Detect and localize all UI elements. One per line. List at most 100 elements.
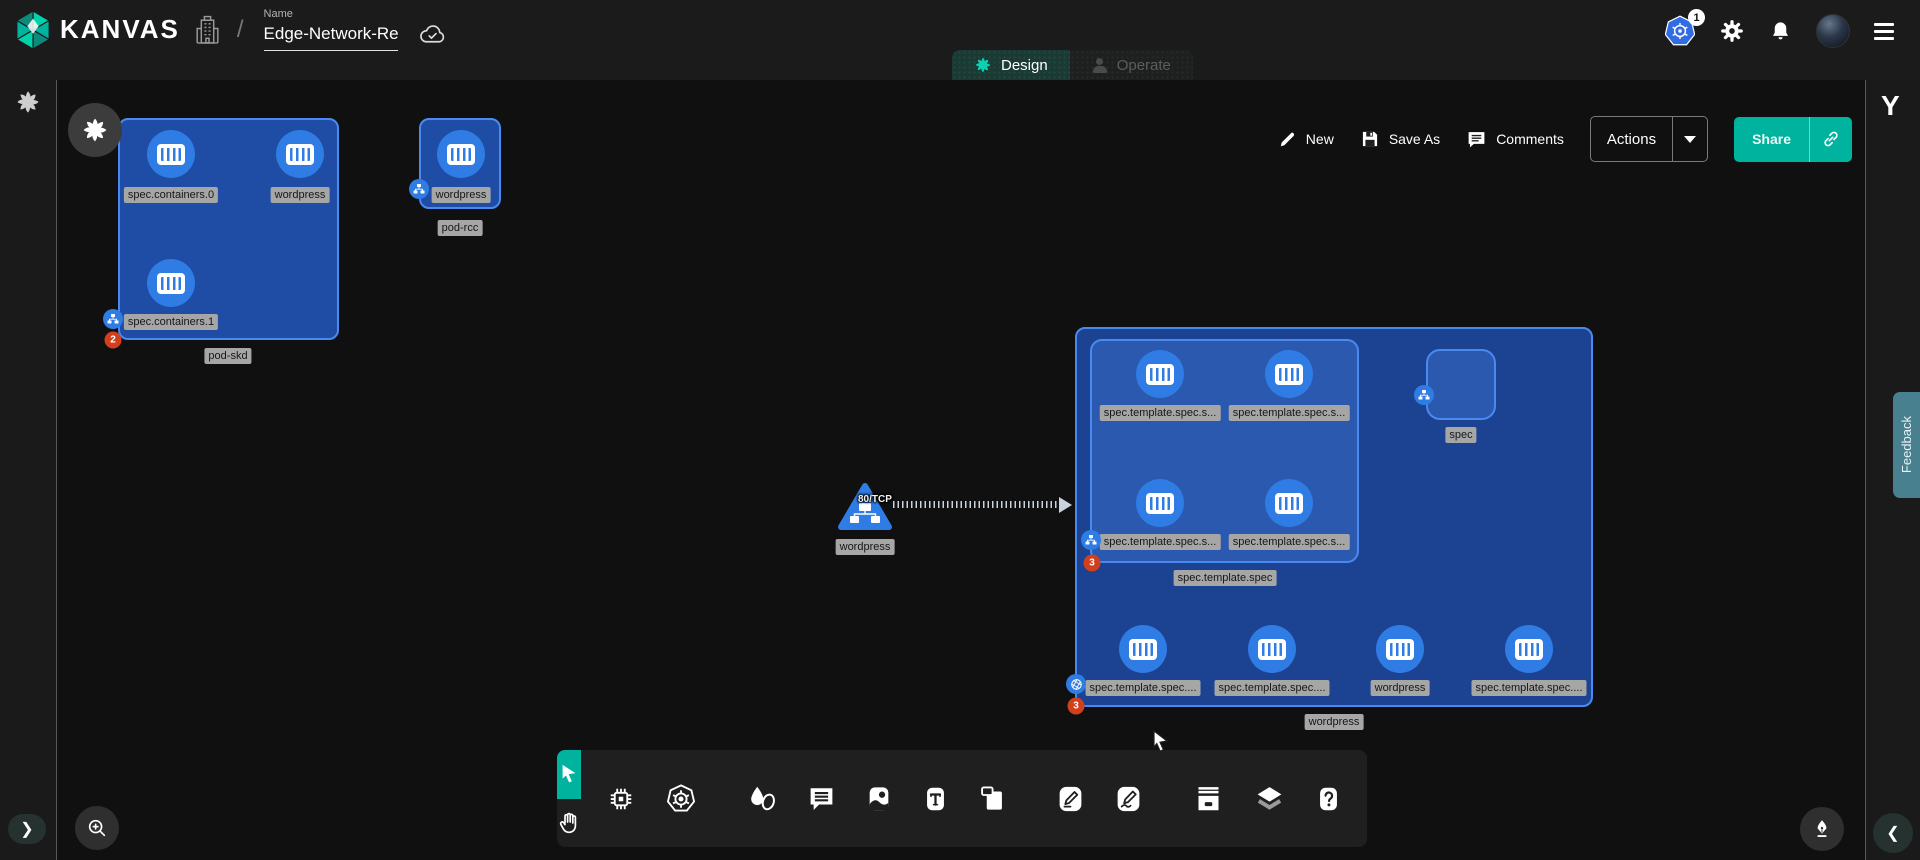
edge-port-label: 80/TCP <box>858 494 892 505</box>
canvas-action-bar: New Save As <box>1278 116 1852 162</box>
actions-dropdown[interactable]: Actions <box>1590 116 1708 162</box>
container-node[interactable] <box>147 259 195 307</box>
comments-button[interactable]: Comments <box>1466 129 1564 150</box>
help-icon[interactable] <box>1315 784 1342 814</box>
tab-design[interactable]: Design <box>952 50 1070 80</box>
container-icon <box>1386 639 1414 660</box>
save-as-button[interactable]: Save As <box>1360 129 1440 149</box>
group-pod-skd[interactable]: spec.containers.0 wordpress spec.contain… <box>118 118 339 340</box>
operate-person-icon <box>1092 58 1108 73</box>
component-tools <box>581 750 722 847</box>
share-button[interactable]: Share <box>1734 117 1852 162</box>
node-label: spec.template.spec.s... <box>1100 405 1221 421</box>
container-icon <box>157 144 185 165</box>
expand-left-panel-button[interactable]: ❯ <box>8 814 46 844</box>
cloud-saved-icon[interactable] <box>418 23 447 46</box>
container-node[interactable] <box>1136 350 1184 398</box>
pod-icon[interactable] <box>103 309 123 329</box>
error-count-badge[interactable]: 2 <box>105 332 122 349</box>
tab-operate[interactable]: Operate <box>1070 50 1193 80</box>
pen-nib-button[interactable] <box>1800 807 1844 851</box>
group-label: pod-skd <box>204 348 251 364</box>
error-count-badge[interactable]: 3 <box>1084 555 1101 572</box>
kanvas-logo[interactable]: KANVAS <box>14 9 180 51</box>
image-tool-icon[interactable] <box>865 784 893 814</box>
container-icon <box>1146 364 1174 385</box>
comments-icon <box>1466 129 1487 150</box>
error-count-badge[interactable]: 3 <box>1068 698 1085 715</box>
container-node[interactable] <box>1248 625 1296 673</box>
group-pod-rcc[interactable]: wordpress <box>419 118 501 209</box>
organization-icon[interactable] <box>194 14 221 45</box>
new-button[interactable]: New <box>1278 130 1334 149</box>
container-icon <box>157 273 185 294</box>
group-wordpress-deployment[interactable]: spec.template.spec.s... spec.template.sp… <box>1075 327 1593 707</box>
container-icon <box>1515 639 1543 660</box>
text-tool-icon[interactable] <box>922 784 949 814</box>
container-node[interactable] <box>437 130 485 178</box>
kubernetes-icon[interactable] <box>665 783 697 815</box>
container-node[interactable] <box>1265 479 1313 527</box>
container-icon <box>1275 493 1303 514</box>
menu-hamburger-icon[interactable] <box>1874 23 1894 40</box>
design-name-label: Name <box>264 8 398 20</box>
design-name-input[interactable] <box>264 22 398 51</box>
design-spiral-icon <box>974 56 992 74</box>
group-label: wordpress <box>1305 714 1364 730</box>
tab-operate-label: Operate <box>1117 57 1171 74</box>
container-icon <box>1258 639 1286 660</box>
drawer-icon[interactable] <box>1193 784 1224 814</box>
node-label: spec.template.spec.s... <box>1229 534 1350 550</box>
pan-hand-tool-button[interactable] <box>557 799 581 848</box>
kubernetes-context-switcher[interactable]: 1 <box>1665 15 1695 47</box>
actions-label: Actions <box>1591 117 1672 161</box>
container-icon <box>1129 639 1157 660</box>
zoom-in-button[interactable] <box>75 806 119 850</box>
pod-icon[interactable] <box>409 179 429 199</box>
node-label: spec.template.spec.s... <box>1229 405 1350 421</box>
container-node[interactable] <box>1136 479 1184 527</box>
container-icon <box>447 144 475 165</box>
mesh-icon[interactable] <box>1066 674 1086 694</box>
copy-link-icon[interactable] <box>1809 117 1852 162</box>
node-label: spec.template.spec.s... <box>1100 534 1221 550</box>
service-node[interactable] <box>837 482 893 532</box>
feedback-label: Feedback <box>1899 416 1914 473</box>
node-label: spec.template.spec.... <box>1086 680 1201 696</box>
pen-tool-icon[interactable] <box>1056 784 1085 814</box>
notifications-bell-icon[interactable] <box>1769 19 1792 44</box>
node-label: spec.containers.0 <box>124 187 218 203</box>
container-node[interactable] <box>1119 625 1167 673</box>
feedback-tab[interactable]: Feedback <box>1893 392 1920 498</box>
freehand-pencil-icon[interactable] <box>1114 784 1143 814</box>
history-spiral-icon[interactable] <box>15 89 41 115</box>
meshery-component-icon[interactable] <box>606 784 636 814</box>
flower-icon[interactable] <box>68 103 122 157</box>
select-tool-button[interactable] <box>557 750 581 799</box>
node-label: spec <box>1445 427 1476 443</box>
service-edge[interactable] <box>893 501 1061 508</box>
comment-tool-icon[interactable] <box>807 784 836 813</box>
container-node[interactable] <box>1265 350 1313 398</box>
panel-logo[interactable]: Y <box>1881 90 1900 122</box>
container-node[interactable] <box>147 130 195 178</box>
layers-icon[interactable] <box>1253 784 1286 814</box>
spec-node[interactable] <box>1426 349 1496 420</box>
pod-icon[interactable] <box>1414 385 1434 405</box>
collapse-right-panel-button[interactable]: ❮ <box>1873 813 1913 853</box>
node-label: wordpress <box>1371 680 1430 696</box>
shapes-icon[interactable] <box>747 785 778 813</box>
container-node[interactable] <box>1376 625 1424 673</box>
settings-gear-icon[interactable] <box>1719 18 1745 44</box>
note-tool-icon[interactable] <box>978 784 1006 813</box>
user-avatar[interactable] <box>1816 14 1850 48</box>
container-node[interactable] <box>1505 625 1553 673</box>
pod-icon[interactable] <box>1081 530 1101 550</box>
container-node[interactable] <box>276 130 324 178</box>
node-label: spec.template.spec.... <box>1472 680 1587 696</box>
tool-dock <box>557 750 1367 847</box>
chevron-down-icon[interactable] <box>1672 117 1707 161</box>
group-spec-template-spec[interactable]: spec.template.spec.s... spec.template.sp… <box>1090 339 1359 563</box>
mode-tabs: Design Operate <box>952 50 1193 80</box>
left-rail: ❯ <box>0 80 57 860</box>
